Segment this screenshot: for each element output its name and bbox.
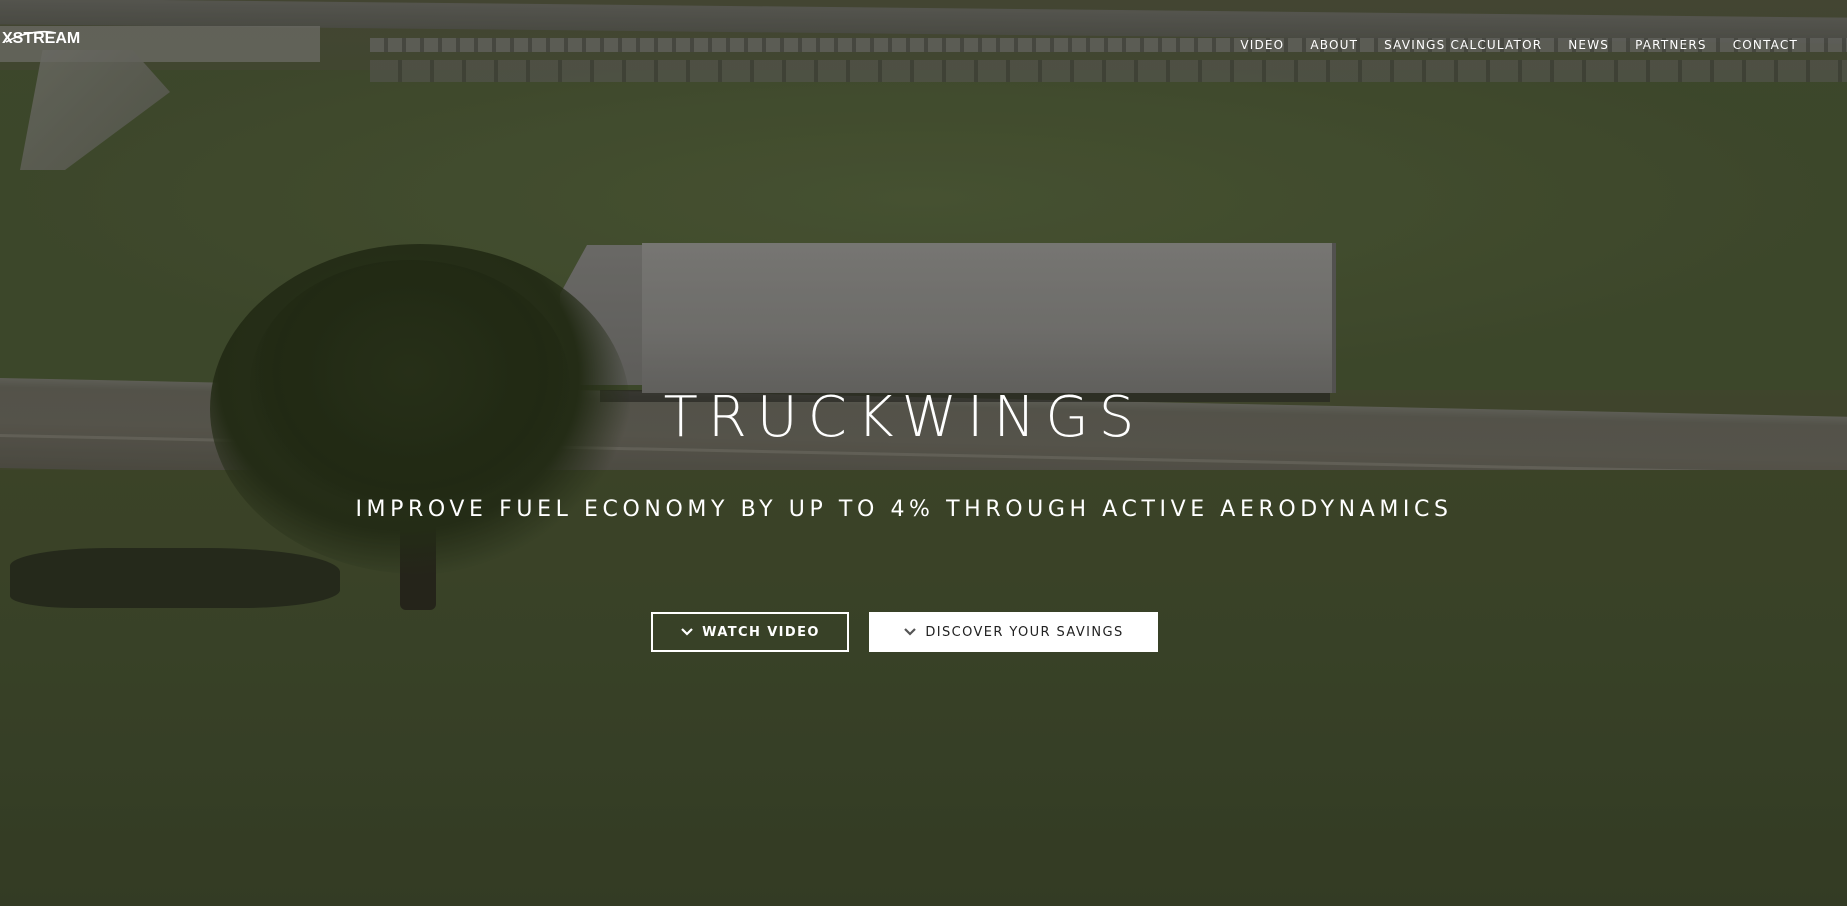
nav-item-about[interactable]: ABOUT [1310,38,1358,52]
hero-title: TRUCKWINGS [663,385,1145,450]
discover-savings-button[interactable]: DISCOVER YOUR SAVINGS [869,612,1158,652]
hero-background-image [0,0,1847,906]
watch-video-label: WATCH VIDEO [702,624,820,640]
dark-overlay [0,0,1847,906]
chevron-down-icon [681,628,693,636]
nav-item-news[interactable]: NEWS [1568,38,1609,52]
nav-item-contact[interactable]: CONTACT [1733,38,1798,52]
chevron-down-icon [904,628,917,636]
nav-item-savings-calculator[interactable]: SAVINGS CALCULATOR [1384,38,1542,52]
page: XSTREAM VIDEO ABOUT SAVINGS CALCULATOR N… [0,0,1847,906]
nav-item-partners[interactable]: PARTNERS [1635,38,1707,52]
watch-video-button[interactable]: WATCH VIDEO [651,612,849,652]
nav-item-video[interactable]: VIDEO [1240,38,1284,52]
main-nav: VIDEO ABOUT SAVINGS CALCULATOR NEWS PART… [1214,38,1798,52]
logo[interactable]: XSTREAM [2,30,80,48]
discover-savings-label: DISCOVER YOUR SAVINGS [925,624,1124,640]
hero-subtitle: IMPROVE FUEL ECONOMY BY UP TO 4% THROUGH… [355,497,1453,522]
logo-text: XSTREAM [2,30,81,47]
